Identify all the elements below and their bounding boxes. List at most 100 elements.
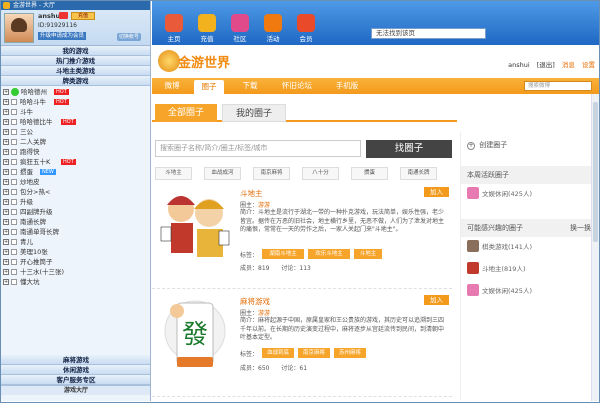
weibo-search-input[interactable]: 搜索微博 [524, 81, 592, 91]
circle-name[interactable]: 麻将游戏 [240, 296, 270, 307]
avatar[interactable] [4, 13, 34, 43]
category-button[interactable]: 南京麻将 [253, 167, 290, 180]
switch-account-button[interactable]: 切换帐号 [117, 33, 142, 41]
tag-item[interactable]: 血战到底 [262, 348, 294, 358]
category-button[interactable]: 八十分 [302, 167, 339, 180]
toolbar-community[interactable]: 社区 [226, 1, 254, 45]
tab-all-circles[interactable]: 全部圈子 [155, 104, 217, 122]
expand-icon[interactable]: + [3, 239, 9, 245]
expand-icon[interactable]: + [3, 169, 9, 175]
nav-weibo[interactable]: 微博 [158, 78, 186, 94]
tag-item[interactable]: 南京麻将 [298, 348, 330, 358]
expand-icon[interactable]: + [3, 89, 9, 95]
toolbar-activity[interactable]: 活动 [259, 1, 287, 45]
game-list-item[interactable]: + 掼蛋 NEW [1, 167, 150, 177]
game-list-item[interactable]: + 哈哈德比牛 HOT [1, 117, 150, 127]
section-hot-games[interactable]: 热门推介游戏 [1, 56, 150, 66]
expand-icon[interactable]: + [3, 279, 9, 285]
scrollbar-thumb[interactable] [593, 102, 598, 242]
toolbar-member[interactable]: 会员 [292, 1, 320, 45]
tag-item[interactable]: 欢乐斗地主 [308, 249, 350, 259]
expand-icon[interactable]: + [3, 269, 9, 275]
expand-icon[interactable]: + [3, 99, 9, 105]
game-list-item[interactable]: + 二人关牌 [1, 137, 150, 147]
expand-icon[interactable]: + [3, 219, 9, 225]
page-scrollbar[interactable] [591, 94, 599, 401]
messages-link[interactable]: 消息 [562, 61, 575, 69]
game-hall-tab[interactable]: 游戏大厅 [1, 385, 150, 395]
game-list-item[interactable]: + 四副牌升级 [1, 207, 150, 217]
game-list-item[interactable]: + 炒地皮 [1, 177, 150, 187]
nav-circles[interactable]: 圈子 [194, 80, 224, 94]
toolbar-recharge[interactable]: 充值 [193, 1, 221, 45]
game-list-item[interactable]: + 青儿 [1, 237, 150, 247]
tag-item[interactable]: 斗地主 [354, 249, 382, 259]
game-icon [11, 229, 17, 235]
category-button[interactable]: 血战成河 [204, 167, 241, 180]
game-list-item[interactable]: + 南通单哥长牌 [1, 227, 150, 237]
circle-name[interactable]: 斗地主 [240, 188, 263, 199]
nav-mobile[interactable]: 手机版 [330, 78, 364, 94]
game-list-item[interactable]: + 十三水(十三张) [1, 267, 150, 277]
expand-icon[interactable]: + [3, 229, 9, 235]
game-list-item[interactable]: + 疯狂五十K HOT [1, 157, 150, 167]
address-field[interactable]: 无法找到该页 [371, 28, 486, 39]
refresh-button[interactable]: 换一换 [570, 219, 591, 237]
game-list-item[interactable]: + 哈哈德州 HOT [1, 87, 150, 97]
expand-icon[interactable]: + [3, 209, 9, 215]
expand-icon[interactable]: + [3, 249, 9, 255]
expand-icon[interactable]: + [3, 159, 9, 165]
game-list-item[interactable]: + 美理10张 [1, 247, 150, 257]
settings-link[interactable]: 设置 [582, 61, 595, 69]
owner-name[interactable]: 游游 [258, 202, 270, 209]
expand-icon[interactable]: + [3, 129, 9, 135]
owner-name[interactable]: 游游 [258, 310, 270, 317]
upgrade-link[interactable]: 升级申请成为会员 [38, 32, 87, 40]
toolbar-home[interactable]: 主页 [160, 1, 188, 45]
expand-icon[interactable]: + [3, 109, 9, 115]
game-list-item[interactable]: + 哈哈斗牛 HOT [1, 97, 150, 107]
game-list-item[interactable]: + 斗牛 [1, 107, 150, 117]
game-list-item[interactable]: + 南通长牌 [1, 217, 150, 227]
category-button[interactable]: 掼蛋 [351, 167, 388, 180]
section-mahjong[interactable]: 麻将游戏 [1, 355, 150, 365]
game-list-item[interactable]: + 懂大坑 [1, 277, 150, 287]
game-list-item[interactable]: + 包分>热< [1, 187, 150, 197]
category-button[interactable]: 南通长牌 [400, 167, 437, 180]
tag-item[interactable]: 苏州麻将 [334, 348, 366, 358]
expand-icon[interactable]: + [3, 199, 9, 205]
game-list-item[interactable]: + 升级 [1, 197, 150, 207]
create-circle-button[interactable]: + 创建圈子 [461, 136, 597, 154]
recharge-button[interactable]: 充值 [71, 12, 95, 20]
site-logo[interactable]: 金游世界 [158, 49, 246, 75]
expand-icon[interactable]: + [3, 189, 9, 195]
tag-item[interactable]: 湖南斗地主 [262, 249, 304, 259]
logout-link[interactable]: [退出] [537, 61, 555, 69]
game-list-item[interactable]: + 开心推筒子 [1, 257, 150, 267]
interest-circle-item[interactable]: 斗地主(819人) [467, 262, 525, 276]
expand-icon[interactable]: + [3, 259, 9, 265]
game-list-item[interactable]: + 跑得快 [1, 147, 150, 157]
category-button[interactable]: 斗地主 [155, 167, 192, 180]
find-circle-button[interactable]: 找圈子 [366, 140, 452, 158]
circle-search-input[interactable]: 搜索圈子名称/简介/圈主/标签/城市 [155, 140, 361, 157]
interest-circle-item[interactable]: 棋类游戏(141人) [467, 240, 532, 254]
game-list-item[interactable]: + 三公 [1, 127, 150, 137]
expand-icon[interactable]: + [3, 139, 9, 145]
section-casual[interactable]: 休闲游戏 [1, 365, 150, 375]
top-username[interactable]: anshui [508, 61, 530, 69]
section-landlord-games[interactable]: 斗地主类游戏 [1, 66, 150, 76]
expand-icon[interactable]: + [3, 119, 9, 125]
interest-circle-item[interactable]: 文娱休闲(425人) [467, 284, 532, 298]
expand-icon[interactable]: + [3, 149, 9, 155]
nav-download[interactable]: 下载 [236, 78, 264, 94]
join-button[interactable]: 加入 [424, 187, 449, 197]
join-button[interactable]: 加入 [424, 295, 449, 305]
nav-forum[interactable]: 怀旧论坛 [276, 78, 318, 94]
active-circle-item[interactable]: 文娱休闲(425人) [467, 187, 532, 201]
section-customer-service[interactable]: 客户服务专区 [1, 375, 150, 385]
section-card-games[interactable]: 牌类游戏 [1, 76, 150, 86]
expand-icon[interactable]: + [3, 179, 9, 185]
tab-my-circles[interactable]: 我的圈子 [222, 104, 286, 122]
section-my-games[interactable]: 我的游戏 [1, 46, 150, 56]
